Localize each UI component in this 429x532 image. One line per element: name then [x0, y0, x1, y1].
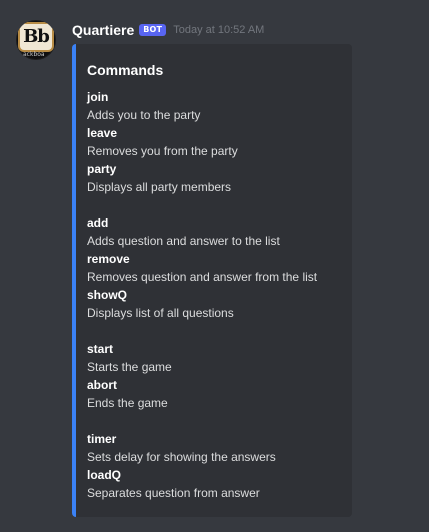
avatar-caption: ackboa: [23, 51, 45, 58]
command-name-add: add: [87, 216, 109, 230]
bot-tag: BOT: [139, 24, 167, 36]
command-description-party: Displays all party members: [87, 180, 232, 194]
command-name-start: start: [87, 342, 114, 356]
command-group-game: start Starts the game abort Ends the gam…: [87, 340, 342, 412]
command-description-timer: Sets delay for showing the answers: [87, 450, 276, 464]
command-group-questions: add Adds question and answer to the list…: [87, 214, 342, 322]
command-name-showq: showQ: [87, 288, 128, 302]
command-description-start: Starts the game: [87, 360, 172, 374]
bot-avatar[interactable]: Bb ackboa: [16, 20, 56, 60]
command-name-loadq: loadQ: [87, 468, 122, 482]
command-group-settings: timer Sets delay for showing the answers…: [87, 430, 342, 502]
command-description-loadq: Separates question from answer: [87, 486, 260, 500]
command-name-abort: abort: [87, 378, 117, 392]
command-name-remove: remove: [87, 252, 130, 266]
command-description-join: Adds you to the party: [87, 108, 201, 122]
bot-message: Bb ackboa Quartiere BOT Today at 10:52 A…: [0, 0, 429, 532]
timestamp: Today at 10:52 AM: [173, 24, 265, 36]
message-header: Quartiere BOT Today at 10:52 AM: [72, 19, 264, 41]
command-description-showq: Displays list of all questions: [87, 306, 234, 320]
command-name-join: join: [87, 90, 109, 104]
embed-body: join Adds you to the party leave Removes…: [87, 88, 342, 502]
commands-embed: Commands join Adds you to the party leav…: [72, 44, 352, 517]
command-name-leave: leave: [87, 126, 118, 140]
command-description-leave: Removes you from the party: [87, 144, 238, 158]
command-description-add: Adds question and answer to the list: [87, 234, 280, 248]
command-description-remove: Removes question and answer from the lis…: [87, 270, 318, 284]
avatar-initials: Bb: [23, 26, 50, 47]
command-group-party: join Adds you to the party leave Removes…: [87, 88, 342, 196]
command-description-abort: Ends the game: [87, 396, 168, 410]
username[interactable]: Quartiere: [72, 19, 134, 41]
embed-title: Commands: [87, 62, 164, 78]
command-name-party: party: [87, 162, 117, 176]
command-name-timer: timer: [87, 432, 117, 446]
avatar-logo: Bb: [18, 22, 54, 52]
